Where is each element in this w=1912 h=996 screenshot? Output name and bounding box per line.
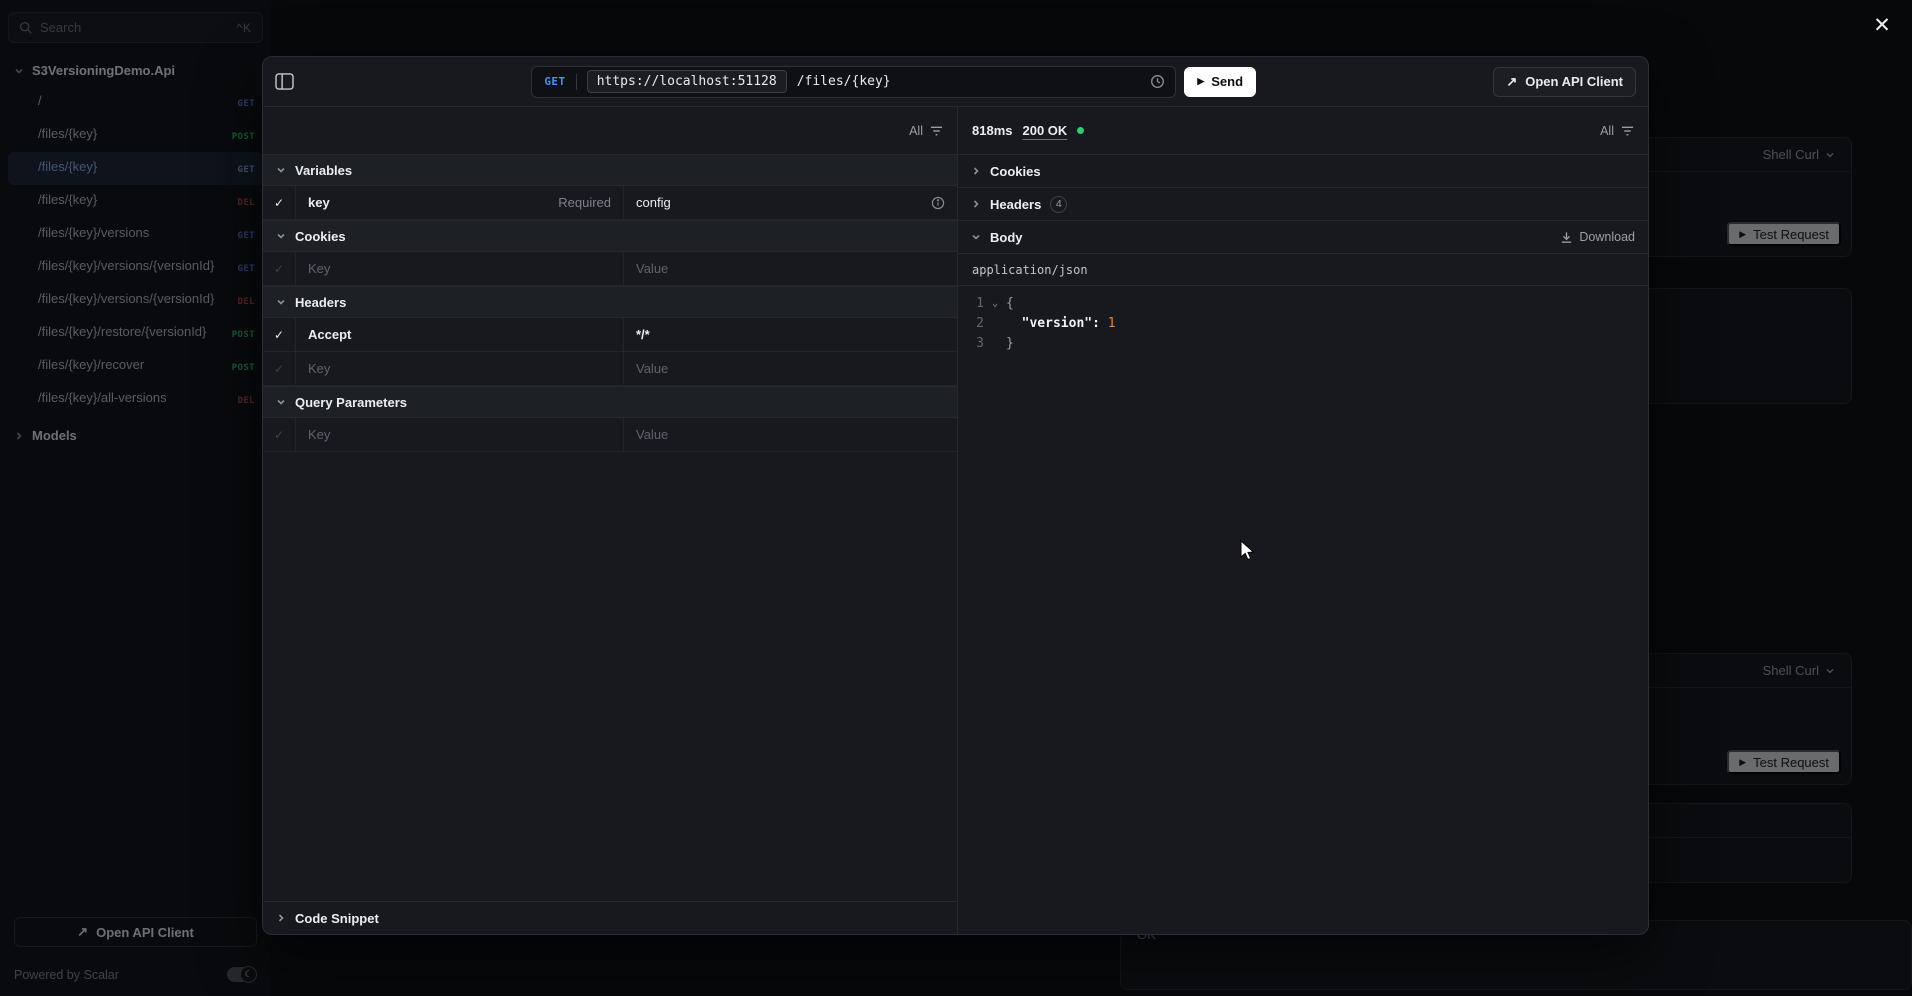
- variable-row: ✓ key Required config: [263, 186, 957, 220]
- code-line: 2 "version": 1: [958, 313, 1648, 333]
- headers-label: Headers: [295, 295, 346, 310]
- open-api-client-button-modal[interactable]: ↗ Open API Client: [1493, 67, 1636, 97]
- request-filter[interactable]: All: [909, 124, 943, 138]
- section-query-parameters[interactable]: Query Parameters: [263, 386, 957, 418]
- play-icon: ▶: [1197, 76, 1204, 87]
- request-panel: All Variables ✓ key Required: [263, 107, 958, 934]
- code-tokens: "version": 1: [1006, 316, 1116, 331]
- code-snippet-label: Code Snippet: [295, 911, 379, 926]
- header-row-empty: ✓ Key Value: [263, 352, 957, 386]
- code-line: 1⌄{: [958, 293, 1648, 313]
- line-number: 2: [958, 316, 984, 331]
- chevron-right-icon: [971, 166, 981, 176]
- address-bar[interactable]: GET https://localhost:51128 /files/{key}: [531, 66, 1176, 98]
- download-icon: [1560, 231, 1573, 244]
- download-button[interactable]: Download: [1560, 230, 1635, 244]
- request-toolbar: All: [263, 107, 957, 154]
- response-filter[interactable]: All: [1600, 124, 1634, 138]
- response-body-code[interactable]: 1⌄{2 "version": 13}: [958, 286, 1648, 360]
- value-placeholder-input[interactable]: Value: [636, 261, 668, 276]
- open-api-client-label: Open API Client: [1525, 74, 1623, 89]
- api-client-modal: GET https://localhost:51128 /files/{key}…: [262, 56, 1649, 935]
- code-tokens: {: [1006, 296, 1014, 311]
- address-separator: [576, 74, 577, 90]
- header-key[interactable]: Accept: [308, 327, 351, 342]
- query-param-row-empty: ✓ Key Value: [263, 418, 957, 452]
- status-dot-icon: [1077, 127, 1084, 134]
- row-checkbox-checked[interactable]: ✓: [263, 186, 296, 219]
- history-icon[interactable]: [1150, 74, 1165, 89]
- close-icon[interactable]: ✕: [1868, 12, 1896, 40]
- section-cookies[interactable]: Cookies: [263, 220, 957, 252]
- filter-all-label: All: [909, 124, 923, 138]
- send-label: Send: [1211, 74, 1243, 89]
- section-headers[interactable]: Headers: [263, 286, 957, 318]
- value-placeholder-input[interactable]: Value: [636, 427, 668, 442]
- response-status[interactable]: 200 OK: [1022, 123, 1067, 138]
- row-checkbox-unchecked[interactable]: ✓: [263, 418, 296, 451]
- line-number: 3: [958, 336, 984, 351]
- row-checkbox-unchecked[interactable]: ✓: [263, 252, 296, 285]
- response-headers-label: Headers: [990, 197, 1041, 212]
- section-code-snippet[interactable]: Code Snippet: [263, 901, 957, 934]
- download-label: Download: [1579, 230, 1635, 244]
- code-tokens: }: [1006, 336, 1014, 351]
- header-value[interactable]: */*: [636, 327, 650, 342]
- base-url-chip[interactable]: https://localhost:51128: [587, 70, 787, 93]
- info-icon[interactable]: [931, 196, 945, 210]
- section-variables[interactable]: Variables: [263, 154, 957, 186]
- sidebar-toggle-icon[interactable]: [275, 73, 294, 90]
- modal-body: All Variables ✓ key Required: [263, 107, 1648, 934]
- query-parameters-label: Query Parameters: [295, 395, 407, 410]
- key-placeholder-input[interactable]: Key: [308, 361, 330, 376]
- cookies-label: Cookies: [295, 229, 346, 244]
- send-button[interactable]: ▶ Send: [1184, 67, 1256, 97]
- external-link-icon: ↗: [1506, 74, 1517, 90]
- headers-count-badge: 4: [1050, 196, 1067, 213]
- response-body-label: Body: [990, 230, 1023, 245]
- variable-key[interactable]: key: [308, 195, 330, 210]
- filter-icon: [930, 125, 943, 137]
- code-line: 3}: [958, 333, 1648, 353]
- http-method-label: GET: [544, 75, 575, 88]
- chevron-down-icon: [276, 165, 286, 175]
- content-type-label: application/json: [958, 253, 1648, 286]
- chevron-right-icon: [276, 913, 286, 923]
- cookie-row-empty: ✓ Key Value: [263, 252, 957, 286]
- variables-label: Variables: [295, 163, 352, 178]
- response-section-headers[interactable]: Headers 4: [958, 187, 1648, 220]
- value-placeholder-input[interactable]: Value: [636, 361, 668, 376]
- chevron-down-icon: [971, 232, 981, 242]
- key-placeholder-input[interactable]: Key: [308, 261, 330, 276]
- filter-icon: [1621, 125, 1634, 137]
- chevron-right-icon: [971, 199, 981, 209]
- request-path[interactable]: /files/{key}: [797, 74, 891, 89]
- row-checkbox-unchecked[interactable]: ✓: [263, 352, 296, 385]
- key-placeholder-input[interactable]: Key: [308, 427, 330, 442]
- modal-header: GET https://localhost:51128 /files/{key}…: [263, 57, 1648, 107]
- required-label: Required: [558, 195, 611, 210]
- chevron-down-icon: [276, 397, 286, 407]
- request-panel-empty-space: [263, 452, 957, 901]
- response-panel: 818ms 200 OK All Cookies: [958, 107, 1648, 934]
- response-cookies-label: Cookies: [990, 164, 1041, 179]
- chevron-down-icon: [276, 297, 286, 307]
- line-number: 1: [958, 296, 984, 311]
- row-checkbox-checked[interactable]: ✓: [263, 318, 296, 351]
- response-duration: 818ms: [972, 123, 1012, 138]
- response-section-body[interactable]: Body Download: [958, 220, 1648, 253]
- address-bar-wrap: GET https://localhost:51128 /files/{key}…: [304, 66, 1483, 98]
- filter-all-label: All: [1600, 124, 1614, 138]
- variable-value-input[interactable]: config: [636, 195, 671, 210]
- response-toolbar: 818ms 200 OK All: [958, 107, 1648, 154]
- chevron-down-icon: [276, 231, 286, 241]
- header-row-accept: ✓ Accept */*: [263, 318, 957, 352]
- response-section-cookies[interactable]: Cookies: [958, 154, 1648, 187]
- fold-chevron-icon[interactable]: ⌄: [984, 298, 1006, 309]
